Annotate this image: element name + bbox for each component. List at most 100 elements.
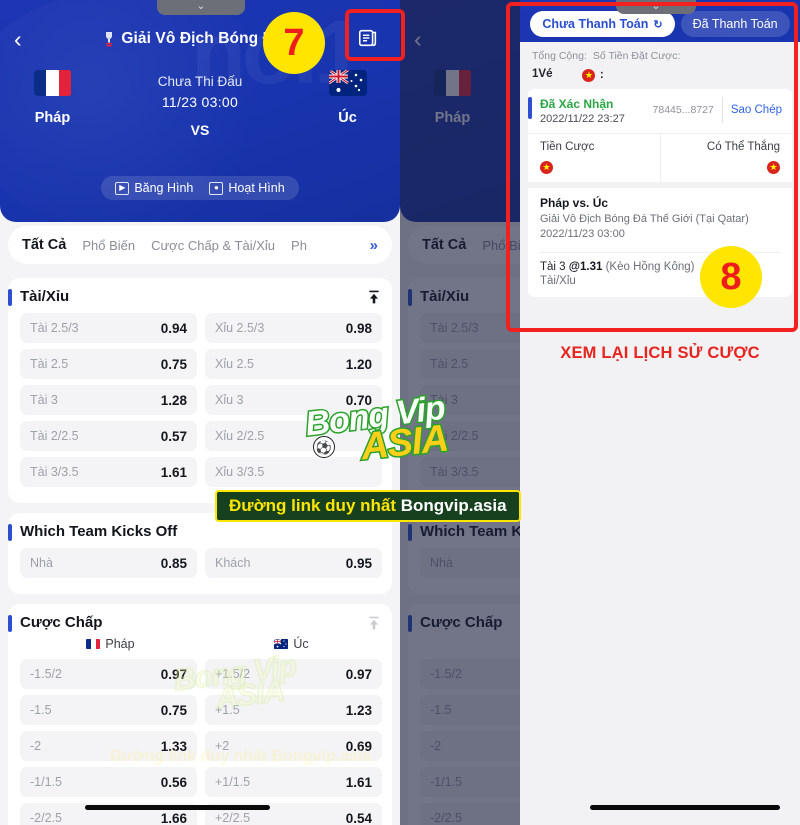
column-header-label: Pháp — [105, 637, 135, 651]
odds-row: Tài 2/2.5 0.57 Xỉu 2/2.5 — [8, 421, 382, 451]
market-rows: Tài 2.5/3 0.94 Xỉu 2.5/3 0.98 Tài 2.5 0.… — [8, 313, 382, 487]
media-pill-group: ▶ Băng Hình ● Hoạt Hình — [101, 176, 299, 200]
odds-cell[interactable]: Xỉu 2.5 1.20 — [205, 349, 382, 379]
page-title: Giải Vô Địch Bóng Đá — [121, 30, 283, 47]
video-play-icon: ▶ — [115, 181, 130, 195]
link-banner-domain: Bongvip.asia — [400, 496, 507, 515]
odds-value: 1.23 — [345, 702, 372, 718]
video-button[interactable]: ▶ Băng Hình — [115, 181, 193, 195]
odds-cell[interactable]: Tài 2/2.5 0.57 — [20, 421, 197, 451]
chevron-double-up-icon[interactable]: » — [370, 237, 378, 254]
video-button-label: Băng Hình — [134, 181, 194, 195]
odds-cell[interactable]: Tài 3 1.28 — [20, 385, 197, 415]
odds-label: Tài 2/2.5 — [30, 429, 79, 443]
odds-label: Nhà — [30, 556, 53, 570]
tab-cuoc-chap-tai-xiu[interactable]: Cược Chấp & Tài/Xỉu — [151, 238, 275, 253]
match-status: Chưa Thi Đấu — [157, 74, 243, 89]
odds-value: 1.28 — [160, 392, 187, 408]
column-header-label: Úc — [293, 637, 309, 651]
odds-label: Tài 3/3.5 — [30, 465, 79, 479]
odds-cell[interactable]: +1/1.5 1.61 — [205, 767, 382, 797]
link-banner-prefix: Đường link duy nhất — [229, 496, 401, 515]
odds-value: 0.85 — [160, 555, 187, 571]
chevron-down-icon: ⌄ — [196, 0, 206, 12]
odds-row: Tài 2.5/3 0.94 Xỉu 2.5/3 0.98 — [8, 313, 382, 343]
odds-label: Tài 3 — [30, 393, 58, 407]
odds-label: +2/2.5 — [215, 811, 251, 825]
odds-row: -1.5 0.75 +1.5 1.23 — [8, 695, 382, 725]
status-bar-notch-left: ⌄ — [157, 0, 245, 15]
odds-row: Tài 2.5 0.75 Xỉu 2.5 1.20 — [8, 349, 382, 379]
odds-cell[interactable]: Tài 3/3.5 1.61 — [20, 457, 197, 487]
odds-label: +1.5/2 — [215, 667, 251, 681]
animation-button-label: Hoạt Hình — [228, 181, 285, 195]
market-rows: Nhà 0.85 Khách 0.95 — [8, 548, 382, 578]
market-tabbar: Tất Cả Phổ Biến Cược Chấp & Tài/Xỉu Ph » — [8, 226, 392, 264]
odds-row: Nhà 0.85 Khách 0.95 — [8, 548, 382, 578]
odds-label: -2/2.5 — [30, 811, 62, 825]
france-flag-icon — [33, 70, 72, 96]
chevron-left-icon[interactable]: ‹ — [14, 27, 40, 51]
odds-value: 0.56 — [160, 774, 187, 790]
australia-flag-icon — [328, 70, 367, 96]
odds-label: Tài 2.5/3 — [30, 321, 79, 335]
annotation-caption: XEM LẠI LỊCH SỬ CƯỢC — [560, 344, 760, 362]
step-badge-7: 7 — [263, 12, 325, 74]
odds-value: 0.75 — [160, 702, 187, 718]
australia-flag-icon — [274, 639, 289, 649]
market-header: Cược Chấp — [8, 614, 382, 632]
odds-label: Xỉu 3/3.5 — [215, 465, 265, 479]
odds-cell[interactable]: Khách 0.95 — [205, 548, 382, 578]
odds-value: 0.98 — [345, 320, 372, 336]
middle-dimmed-panel: ‹ Pháp Tất Cả Phổ Biến — [400, 0, 520, 825]
screenshot-root: no.1 ‹ Giải Vô Địch Bóng Đá — [0, 0, 800, 825]
odds-label: Xỉu 2/2.5 — [215, 429, 265, 443]
odds-label: -1.5/2 — [30, 667, 62, 681]
match-datetime: 11/23 03:00 — [161, 94, 239, 110]
vs-label: VS — [190, 122, 210, 138]
odds-value: 1.66 — [160, 810, 187, 825]
tab-pho-bien[interactable]: Phổ Biến — [82, 238, 135, 253]
odds-row: -1/1.5 0.56 +1/1.5 1.61 — [8, 767, 382, 797]
odds-label: +1/1.5 — [215, 775, 251, 789]
odds-label: Xỉu 3 — [215, 393, 244, 407]
odds-value: 0.97 — [345, 666, 372, 682]
odds-label: -1.5 — [30, 703, 52, 717]
pin-up-icon[interactable] — [366, 615, 382, 631]
odds-cell[interactable]: -1.5 0.75 — [20, 695, 197, 725]
column-header-away: Úc — [201, 637, 382, 651]
odds-row: -1.5/2 0.97 +1.5/2 0.97 — [8, 659, 382, 689]
odds-label: Xỉu 2.5/3 — [215, 321, 265, 335]
handicap-column-headers: Pháp — [8, 637, 382, 651]
odds-cell[interactable]: Tài 2.5 0.75 — [20, 349, 197, 379]
odds-value: 1.20 — [345, 356, 372, 372]
odds-cell[interactable]: -1.5/2 0.97 — [20, 659, 197, 689]
highlight-box-slip-button — [345, 9, 405, 61]
odds-cell[interactable]: Xỉu 2/2.5 — [205, 421, 382, 451]
odds-label: -1/1.5 — [30, 775, 62, 789]
animation-button[interactable]: ● Hoạt Hình — [209, 181, 285, 195]
pin-up-icon[interactable] — [366, 289, 382, 305]
away-team-block: Úc — [295, 70, 400, 126]
odds-cell[interactable]: +1.5/2 0.97 — [205, 659, 382, 689]
brand-link-ghost: Đường link duy nhất Bongvip.asia — [110, 748, 371, 766]
tab-tat-ca[interactable]: Tất Cả — [22, 237, 66, 253]
odds-value: 0.54 — [345, 810, 372, 825]
odds-cell[interactable]: Xỉu 3 0.70 — [205, 385, 382, 415]
match-hero: no.1 ‹ Giải Vô Địch Bóng Đá — [0, 0, 400, 222]
odds-cell[interactable]: Nhà 0.85 — [20, 548, 197, 578]
odds-value: 0.70 — [345, 392, 372, 408]
market-card-kickoff: Which Team Kicks Off Nhà 0.85 Khách 0.95 — [8, 513, 392, 594]
tab-ph[interactable]: Ph — [291, 238, 307, 253]
odds-cell[interactable]: Tài 2.5/3 0.94 — [20, 313, 197, 343]
market-card-tai-xiu: Tài/Xỉu Tài 2.5/3 0.94 Xỉu 2.5/3 0.98 Tà… — [8, 278, 392, 503]
home-team-block: Pháp — [0, 70, 105, 126]
odds-cell[interactable]: +1.5 1.23 — [205, 695, 382, 725]
dim-overlay — [400, 0, 520, 825]
odds-cell[interactable]: Xỉu 2.5/3 0.98 — [205, 313, 382, 343]
step-badge-8: 8 — [700, 246, 762, 308]
animation-icon: ● — [209, 181, 224, 195]
odds-label: Tài 2.5 — [30, 357, 69, 371]
odds-cell[interactable]: Xỉu 3/3.5 — [205, 457, 382, 487]
odds-cell[interactable]: -1/1.5 0.56 — [20, 767, 197, 797]
